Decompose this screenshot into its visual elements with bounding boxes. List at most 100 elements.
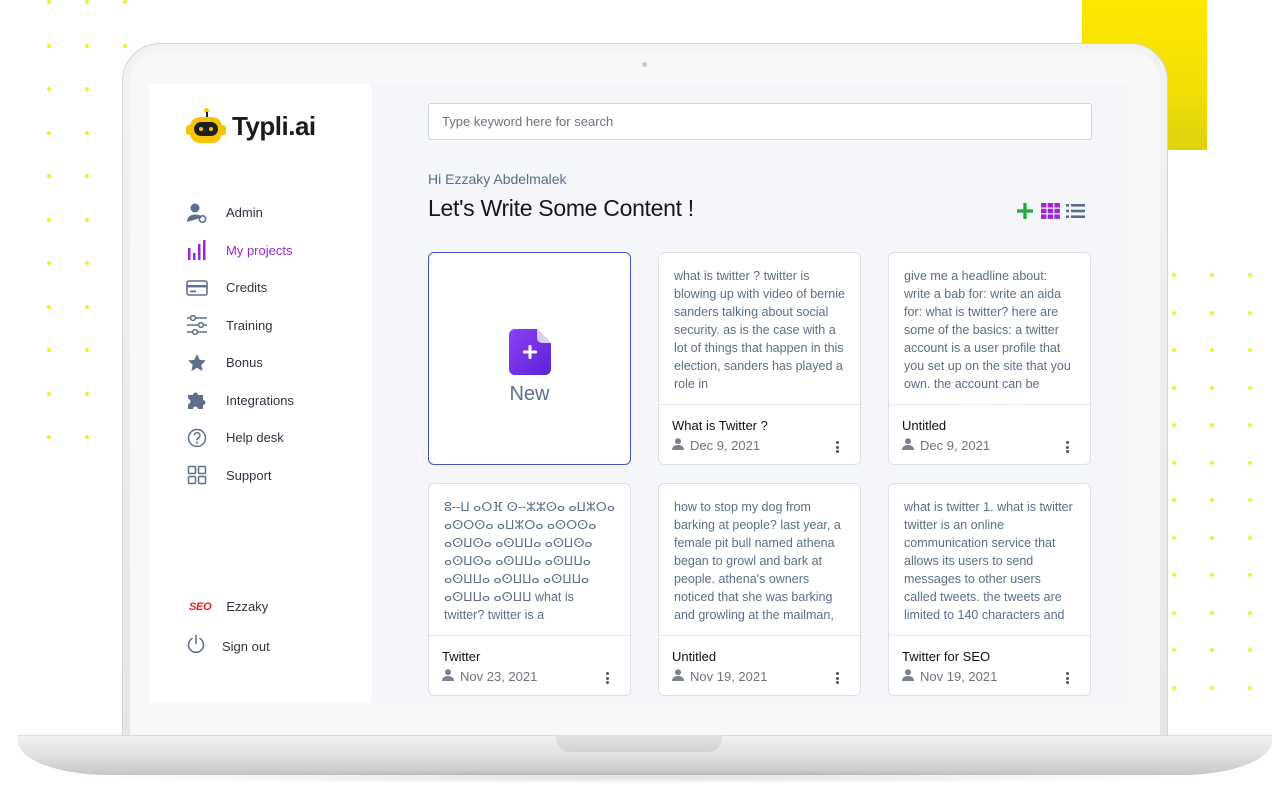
new-project-card[interactable]: New (428, 252, 631, 465)
sign-out-button[interactable]: Sign out (186, 634, 270, 659)
grid-view-icon[interactable] (1040, 201, 1060, 221)
project-card-footer: What is Twitter ? Dec 9, 2021 (659, 404, 860, 464)
decorative-dot (1248, 273, 1252, 277)
project-date: Dec 9, 2021 (690, 438, 761, 453)
decorative-dot (1210, 310, 1214, 315)
decorative-dot (85, 43, 89, 48)
more-options-icon[interactable] (1064, 670, 1070, 686)
decorative-dot (47, 174, 51, 178)
credit-card-icon (185, 277, 209, 299)
project-card[interactable]: how to stop my dog from barking at peopl… (658, 483, 861, 696)
user-icon (672, 669, 684, 684)
sidebar-item-credits[interactable]: Credits (185, 269, 365, 307)
decorative-dot (1248, 310, 1252, 315)
decorative-dot (1172, 423, 1176, 427)
project-date: Nov 23, 2021 (460, 669, 538, 684)
decorative-dot (1248, 498, 1252, 502)
star-icon (185, 352, 209, 374)
more-options-icon[interactable] (834, 670, 840, 686)
project-card-footer: Untitled Dec 9, 2021 (889, 404, 1090, 464)
decorative-dot (1248, 648, 1252, 652)
project-meta: Dec 9, 2021 (672, 438, 760, 453)
decorative-dot (47, 217, 51, 222)
project-card[interactable]: ⵓ--ⵡ ⴰⵔⴼ ⵙ--ⵣⵣⵙⴰ ⴰⵡⵣⵔⴰ ⴰⵙⵔⵙⴰ ⴰⵡⵣⵔⴰ ⴰⵙⵔⵙⴰ… (428, 483, 631, 696)
decorative-dot (1248, 348, 1252, 352)
new-project-label: New (509, 383, 550, 405)
decorative-dot (1172, 535, 1176, 540)
sliders-icon (185, 314, 209, 336)
project-date: Nov 19, 2021 (690, 669, 768, 684)
decorative-dot (1210, 385, 1214, 390)
view-toolbar (1015, 201, 1085, 221)
sidebar-item-admin[interactable]: Admin (185, 194, 365, 232)
decorative-dot (1248, 610, 1252, 615)
sidebar-item-my-projects[interactable]: My projects (185, 232, 365, 270)
decorative-dot (123, 0, 127, 4)
decorative-dot-grid (1172, 273, 1277, 723)
brand-logo[interactable]: Typli.ai (186, 108, 316, 144)
project-excerpt: give me a headline about: write a bab fo… (904, 269, 1071, 391)
project-card[interactable]: what is twitter ? twitter is blowing up … (658, 252, 861, 465)
sidebar-item-label: Help desk (226, 430, 284, 446)
decorative-dot (85, 130, 89, 135)
laptop-shadow (70, 770, 1210, 784)
decorative-dot (1210, 648, 1214, 652)
puzzle-icon (185, 389, 209, 411)
decorative-dot (47, 87, 51, 91)
project-card-footer: Twitter Nov 23, 2021 (429, 635, 630, 695)
sidebar-item-integrations[interactable]: Integrations (185, 382, 365, 420)
user-icon (902, 669, 914, 684)
plus-icon[interactable] (1015, 201, 1035, 221)
decorative-dot (1210, 685, 1214, 690)
decorative-dot (1248, 535, 1252, 540)
sidebar-item-help-desk[interactable]: Help desk (185, 419, 365, 457)
marketing-stage: Typli.ai Admin My projects Credits Train… (0, 0, 1277, 788)
laptop-notch (556, 735, 722, 752)
sidebar-item-training[interactable]: Training (185, 307, 365, 345)
decorative-dot (85, 391, 89, 396)
user-icon (442, 669, 454, 684)
sidebar-item-label: Bonus (226, 355, 263, 371)
user-avatar-badge: SEO (189, 600, 212, 613)
decorative-dot (1210, 273, 1214, 277)
laptop-camera (642, 62, 647, 67)
more-options-icon[interactable] (1064, 439, 1070, 455)
new-document-icon (508, 329, 551, 375)
decorative-dot (1210, 460, 1214, 465)
project-title: Untitled (902, 418, 947, 433)
decorative-dot (1210, 610, 1214, 615)
sidebar-item-support[interactable]: Support (185, 457, 365, 495)
sidebar-item-bonus[interactable]: Bonus (185, 344, 365, 382)
project-card[interactable]: give me a headline about: write a bab fo… (888, 252, 1091, 465)
more-options-icon[interactable] (604, 670, 610, 686)
decorative-dot (85, 348, 89, 352)
project-date: Nov 19, 2021 (920, 669, 998, 684)
sidebar: Typli.ai Admin My projects Credits Train… (149, 84, 371, 703)
decorative-dot (85, 435, 89, 439)
decorative-dot (1172, 348, 1176, 352)
decorative-dot (47, 304, 51, 309)
decorative-dot (47, 261, 51, 265)
power-icon (186, 634, 206, 659)
search-input[interactable] (428, 103, 1092, 140)
decorative-dot (1210, 423, 1214, 427)
greeting-text: Hi Ezzaky Abdelmalek (428, 171, 567, 187)
project-meta: Nov 19, 2021 (672, 669, 767, 684)
grid-icon (185, 464, 209, 486)
list-view-icon[interactable] (1065, 201, 1085, 221)
brand-name: Typli.ai (232, 110, 316, 141)
user-profile[interactable]: SEO Ezzaky (189, 599, 268, 614)
decorative-dot (1248, 460, 1252, 465)
sign-out-label: Sign out (222, 639, 270, 654)
project-title: Twitter for SEO (902, 649, 991, 664)
project-title: Untitled (672, 649, 717, 664)
decorative-dot (1210, 535, 1214, 540)
project-title: Twitter (442, 649, 481, 664)
decorative-dot (47, 348, 51, 352)
decorative-dot (123, 43, 127, 48)
project-card[interactable]: what is twitter 1. what is twitter twitt… (888, 483, 1091, 696)
user-icon (902, 438, 914, 453)
project-card-footer: Twitter for SEO Nov 19, 2021 (889, 635, 1090, 695)
more-options-icon[interactable] (834, 439, 840, 455)
sidebar-nav: Admin My projects Credits Training Bonus… (185, 194, 365, 494)
